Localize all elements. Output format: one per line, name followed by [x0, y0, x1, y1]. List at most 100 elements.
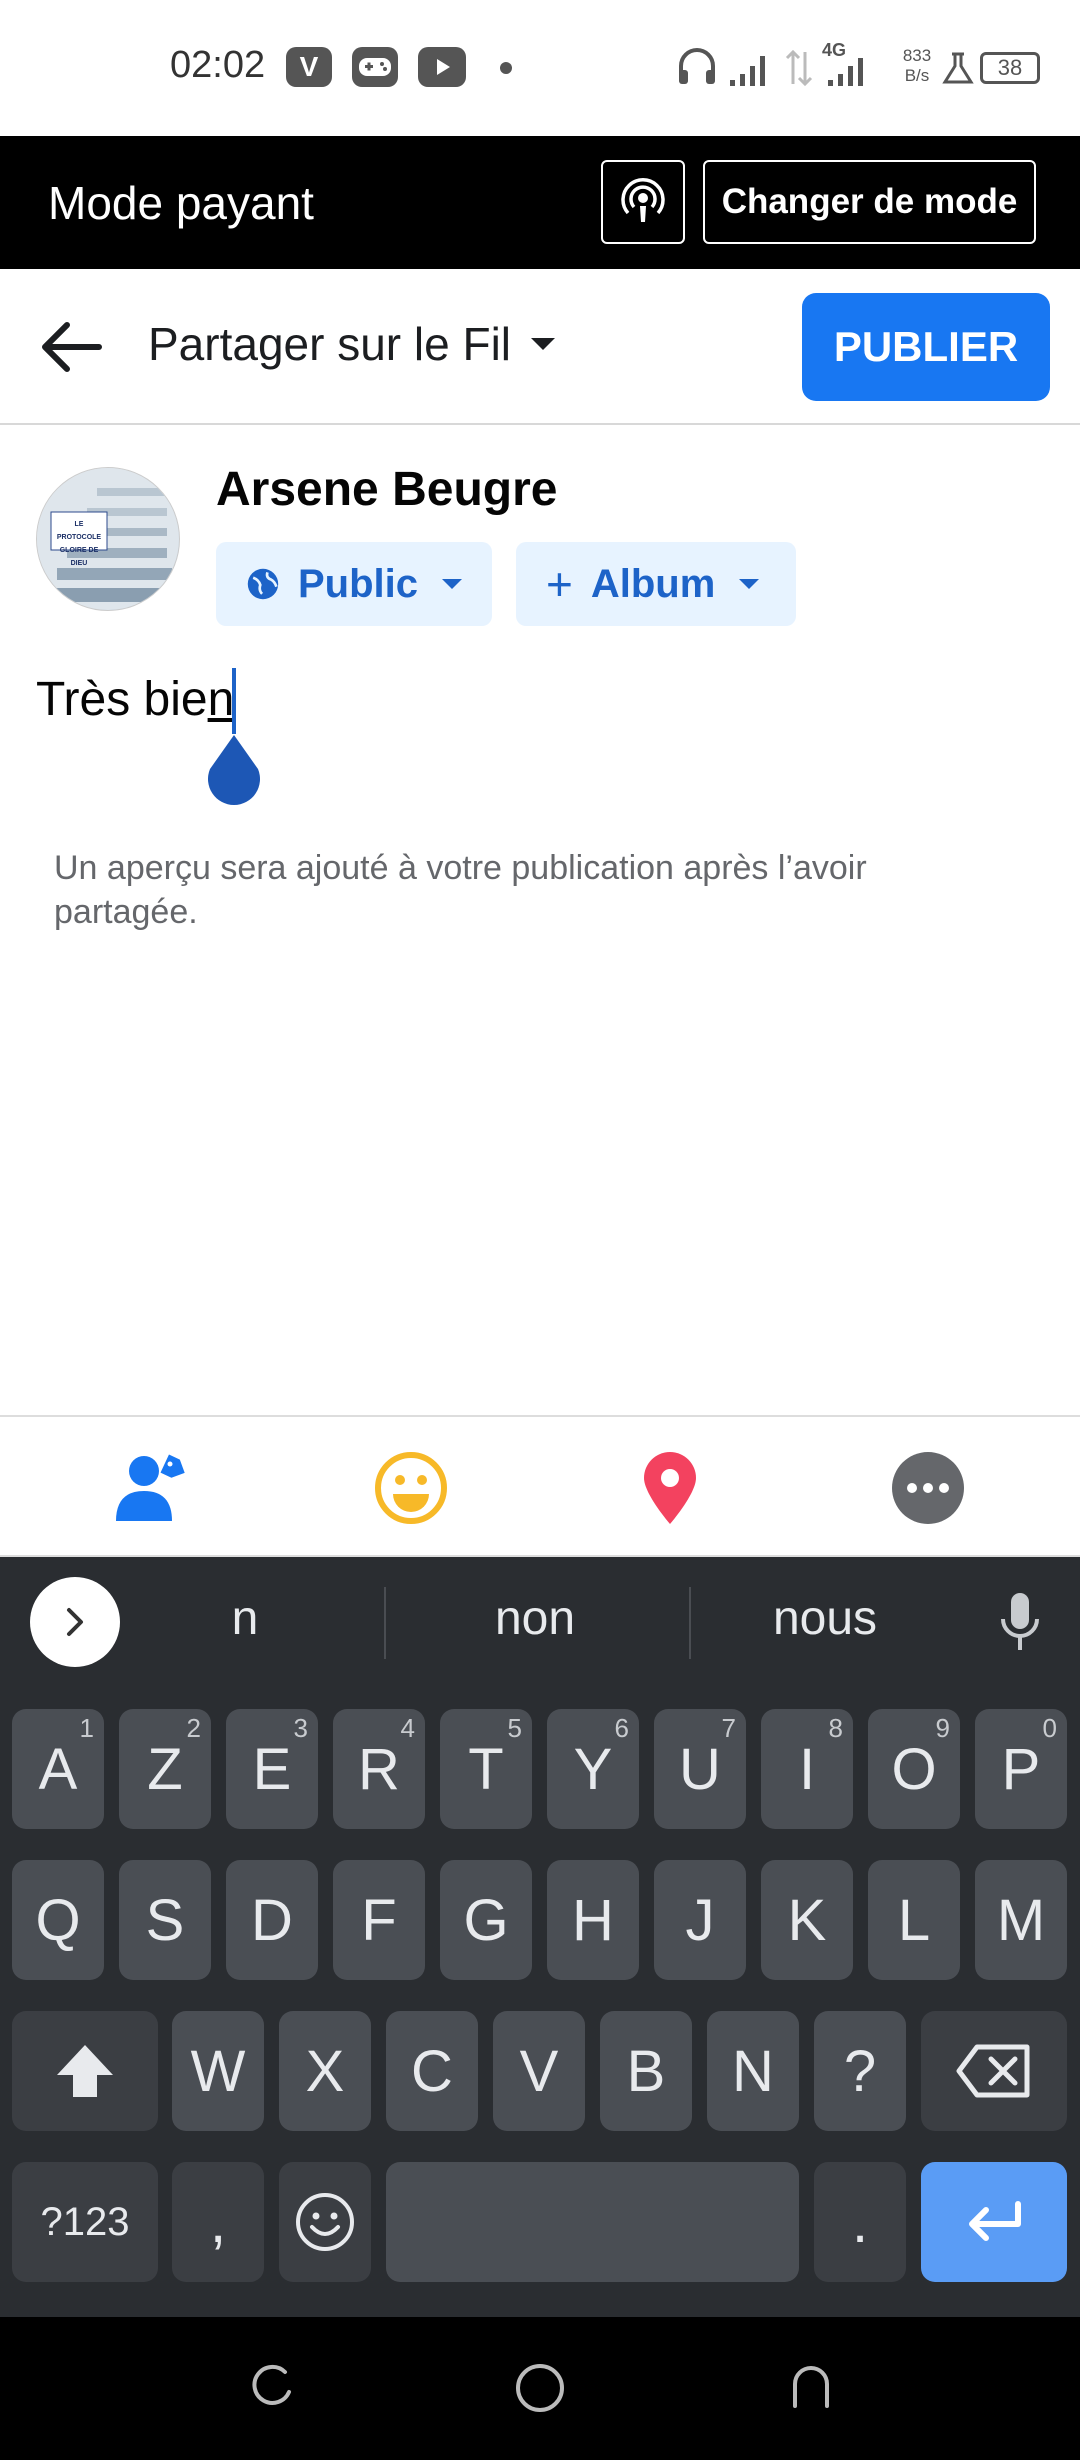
key-n[interactable]: N: [707, 2011, 799, 2131]
tag-people-icon: [116, 1454, 185, 1521]
emoji-keyboard-icon: [296, 2193, 354, 2251]
flask-icon: [942, 52, 974, 84]
key-y[interactable]: Y6: [547, 1709, 639, 1829]
system-nav-bar: [0, 2317, 1080, 2460]
key-e[interactable]: E3: [226, 1709, 318, 1829]
feeling-button[interactable]: [366, 1443, 456, 1533]
tag-people-button[interactable]: [107, 1443, 197, 1533]
audience-selector[interactable]: Public: [216, 542, 492, 626]
globe-icon: [247, 568, 279, 600]
key-i[interactable]: I8: [761, 1709, 853, 1829]
emoji-key[interactable]: [279, 2162, 371, 2282]
preview-note: Un aperçu sera ajouté à votre publicatio…: [54, 849, 867, 931]
home-icon: [516, 2364, 564, 2412]
key-j[interactable]: J: [654, 1860, 746, 1980]
key-h[interactable]: H: [547, 1860, 639, 1980]
change-mode-button[interactable]: Changer de mode: [703, 160, 1036, 244]
key-c[interactable]: C: [386, 2011, 478, 2131]
post-text-content: Très bie: [36, 673, 208, 726]
youtube-icon: [418, 47, 466, 87]
back-arrow-icon: [42, 322, 102, 372]
keyboard: n non nous A1 Z2 E3 R4 T5 Y6 U7 I8 O9 P0…: [0, 1557, 1080, 2317]
key-q[interactable]: Q: [12, 1860, 104, 1980]
mode-bar: Mode payant Changer de mode: [0, 136, 1080, 269]
key-l[interactable]: L: [868, 1860, 960, 1980]
expand-toolbar-button[interactable]: [30, 1577, 120, 1667]
key-t[interactable]: T5: [440, 1709, 532, 1829]
key-f[interactable]: F: [333, 1860, 425, 1980]
key-question[interactable]: ?: [814, 2011, 906, 2131]
suggestion-1[interactable]: n: [200, 1591, 290, 1646]
key-a[interactable]: A1: [12, 1709, 104, 1829]
recents-icon: [252, 2364, 291, 2405]
home-button[interactable]: [505, 2353, 575, 2423]
space-key[interactable]: [386, 2162, 799, 2282]
text-cursor: [232, 668, 236, 734]
avatar[interactable]: LE PROTOCOLE GLOIRE DE DIEU: [36, 467, 180, 611]
v-app-icon: V: [286, 47, 332, 87]
recents-button[interactable]: [236, 2353, 306, 2423]
key-k[interactable]: K: [761, 1860, 853, 1980]
shift-key[interactable]: [12, 2011, 158, 2131]
suggestion-divider: [689, 1587, 691, 1659]
more-options-button[interactable]: [883, 1443, 973, 1533]
suggestion-3[interactable]: nous: [720, 1591, 930, 1646]
avatar-caption: LE PROTOCOLE GLOIRE DE DIEU: [56, 521, 102, 567]
publish-button[interactable]: PUBLIER: [802, 293, 1050, 401]
key-u[interactable]: U7: [654, 1709, 746, 1829]
suggestion-bar: n non nous: [0, 1557, 1080, 1689]
album-label: Album: [590, 561, 716, 606]
post-text-input[interactable]: Très bien: [36, 672, 234, 727]
enter-key[interactable]: [921, 2162, 1067, 2282]
share-target-dropdown[interactable]: Partager sur le Fil: [148, 317, 556, 371]
suggestion-2[interactable]: non: [430, 1591, 640, 1646]
comma-key[interactable]: ,: [172, 2162, 264, 2282]
signal-1-icon: [730, 56, 765, 86]
voice-input-button[interactable]: [990, 1587, 1050, 1659]
back-nav-icon: [793, 2366, 829, 2408]
back-nav-button[interactable]: [776, 2353, 846, 2423]
notification-dot-icon: [500, 62, 512, 74]
key-g[interactable]: G: [440, 1860, 532, 1980]
back-button[interactable]: [30, 307, 110, 387]
mode-title: Mode payant: [48, 177, 314, 229]
gamepad-icon: [352, 47, 398, 87]
headphones-icon: [679, 48, 715, 84]
key-p[interactable]: P0: [975, 1709, 1067, 1829]
key-b[interactable]: B: [600, 2011, 692, 2131]
symbols-key[interactable]: ?123: [12, 2162, 158, 2282]
chevron-down-icon: [531, 338, 556, 350]
key-d[interactable]: D: [226, 1860, 318, 1980]
battery-level: 38: [997, 55, 1023, 80]
cursor-handle-icon[interactable]: [204, 733, 264, 805]
data-arrows-icon: [785, 49, 813, 87]
chevron-down-icon: [442, 579, 462, 589]
key-w[interactable]: W: [172, 2011, 264, 2131]
shift-icon: [57, 2045, 113, 2097]
enter-icon: [969, 2201, 1021, 2241]
backspace-icon: [956, 2044, 1030, 2098]
user-name: Arsene Beugre: [216, 463, 558, 516]
location-button[interactable]: [625, 1443, 715, 1533]
share-target-label: Partager sur le Fil: [148, 318, 512, 370]
more-icon: [892, 1452, 964, 1524]
chevron-down-icon: [739, 579, 760, 589]
key-r[interactable]: R4: [333, 1709, 425, 1829]
suggestion-divider: [384, 1587, 386, 1659]
backspace-key[interactable]: [921, 2011, 1067, 2131]
album-selector[interactable]: + Album: [516, 542, 796, 626]
period-key[interactable]: .: [814, 2162, 906, 2282]
broadcast-icon: [621, 178, 665, 222]
key-x[interactable]: X: [279, 2011, 371, 2131]
key-o[interactable]: O9: [868, 1709, 960, 1829]
broadcast-button[interactable]: [601, 160, 685, 244]
chevron-right-icon: [67, 1608, 83, 1636]
key-s[interactable]: S: [119, 1860, 211, 1980]
composer-toolbar: [0, 1415, 1080, 1557]
signal-2-icon: [828, 58, 863, 86]
net-speed-value: 833: [902, 46, 932, 65]
key-v[interactable]: V: [493, 2011, 585, 2131]
key-m[interactable]: M: [975, 1860, 1067, 1980]
key-z[interactable]: Z2: [119, 1709, 211, 1829]
audience-label: Public: [297, 561, 418, 606]
